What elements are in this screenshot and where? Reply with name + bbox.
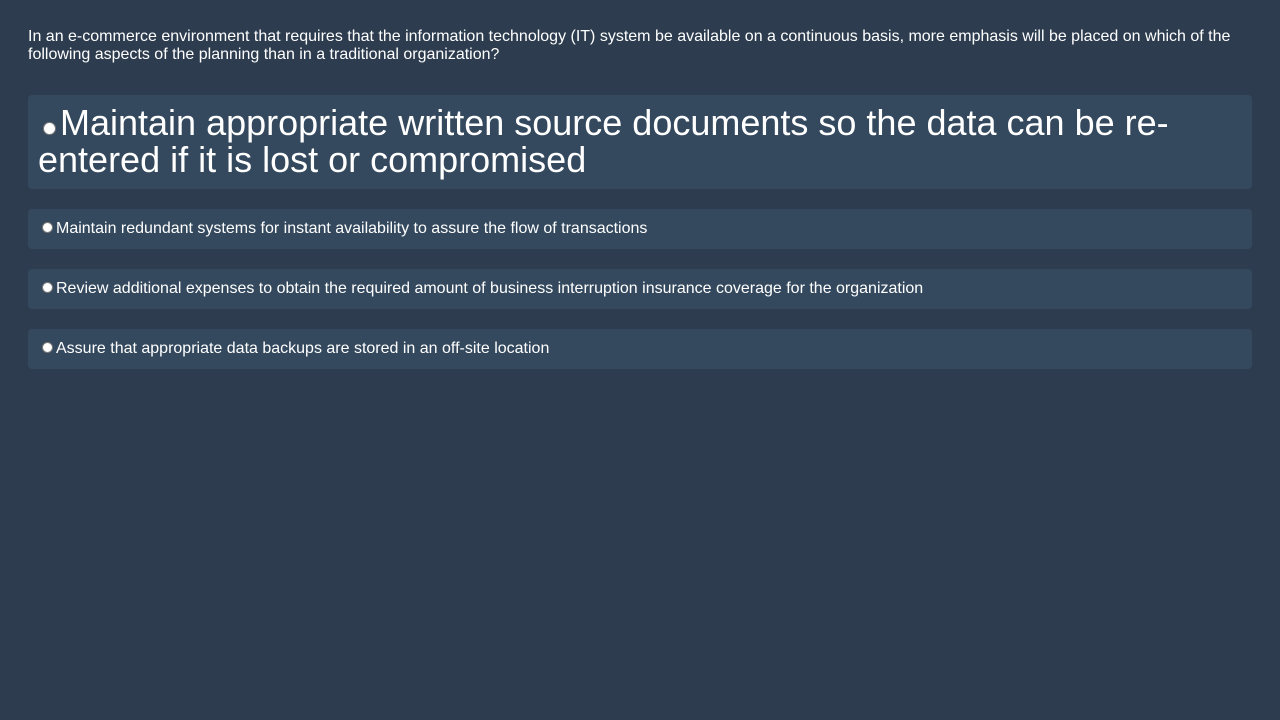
answer-option-label: Review additional expenses to obtain the… bbox=[56, 280, 924, 297]
radio-button-1[interactable] bbox=[43, 122, 56, 135]
answer-options: Maintain appropriate written source docu… bbox=[28, 95, 1252, 369]
quiz-container: In an e-commerce environment that requir… bbox=[28, 28, 1252, 389]
answer-option-2[interactable]: Maintain redundant systems for instant a… bbox=[28, 209, 1252, 249]
answer-option-label: Maintain appropriate written source docu… bbox=[38, 102, 1169, 180]
answer-option-label: Assure that appropriate data backups are… bbox=[56, 340, 550, 357]
answer-option-label: Maintain redundant systems for instant a… bbox=[56, 220, 648, 237]
answer-option-4[interactable]: Assure that appropriate data backups are… bbox=[28, 329, 1252, 369]
answer-option-3[interactable]: Review additional expenses to obtain the… bbox=[28, 269, 1252, 309]
radio-button-4[interactable] bbox=[42, 342, 53, 354]
answer-option-1[interactable]: Maintain appropriate written source docu… bbox=[28, 95, 1252, 189]
radio-button-3[interactable] bbox=[42, 282, 53, 294]
question-text: In an e-commerce environment that requir… bbox=[28, 28, 1231, 63]
radio-button-2[interactable] bbox=[42, 222, 53, 234]
